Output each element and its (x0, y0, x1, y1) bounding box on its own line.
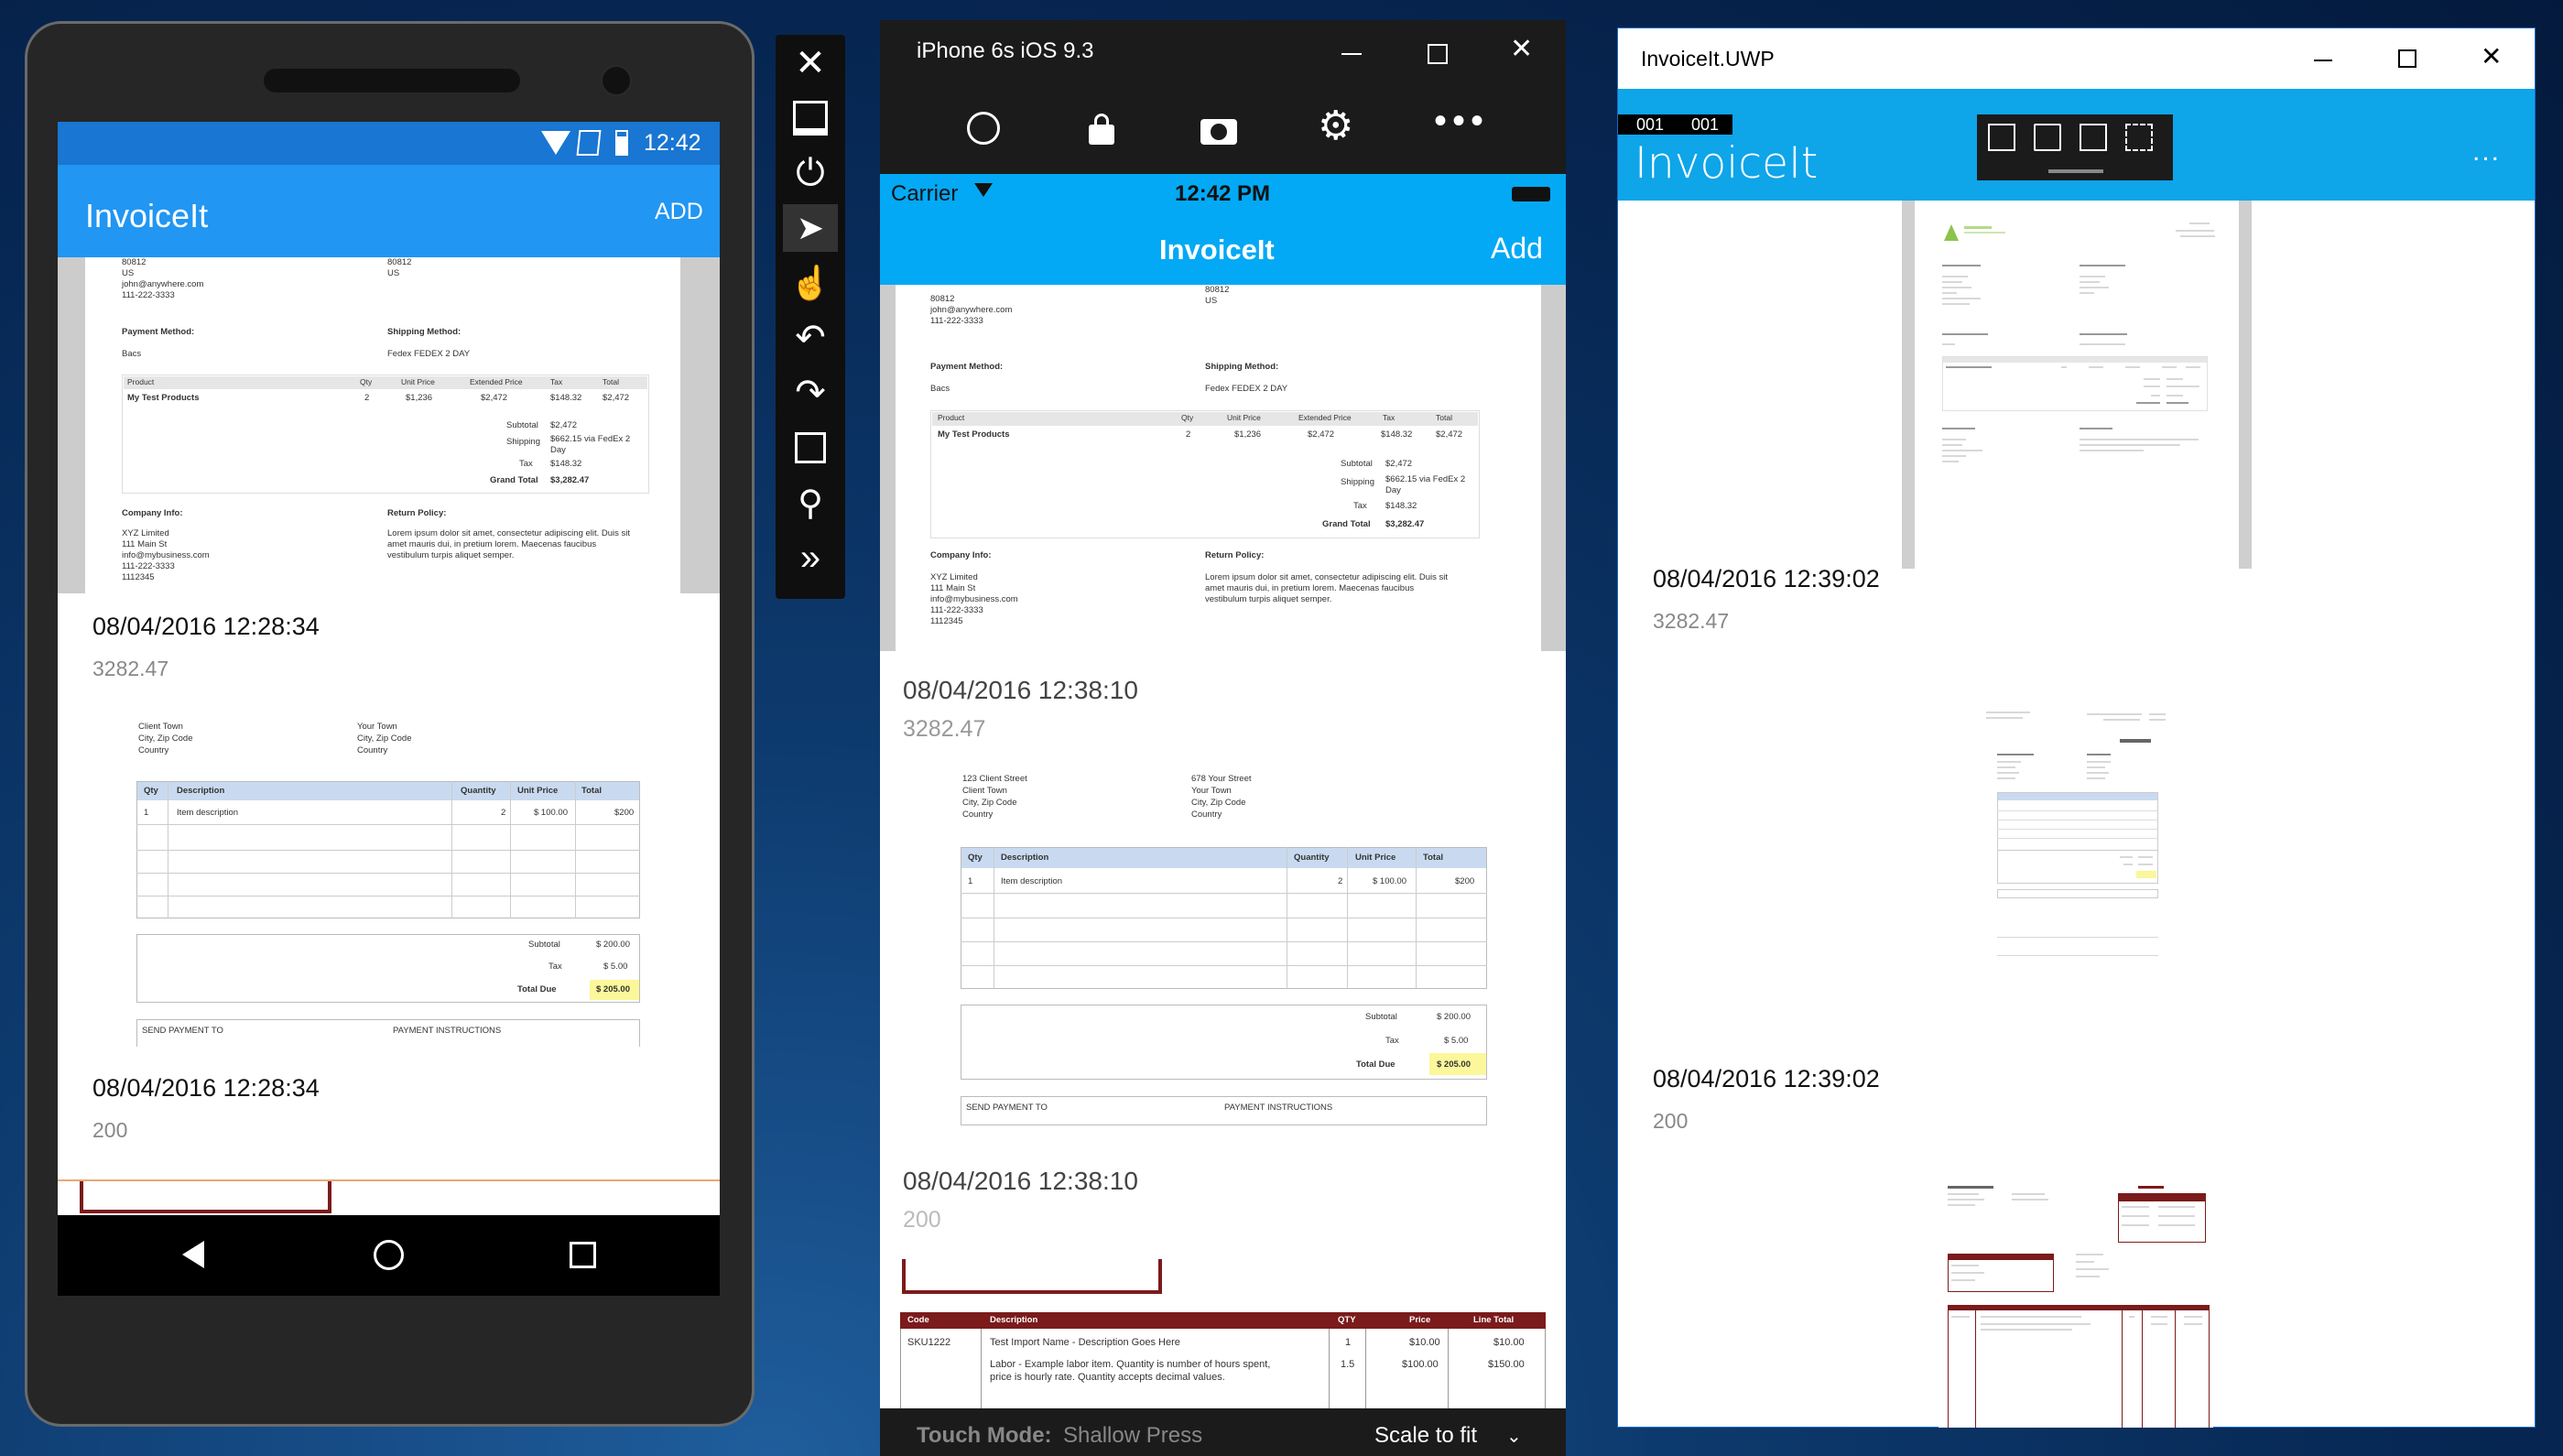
android-item-date[interactable]: 08/04/2016 12:28:34 (92, 1074, 320, 1103)
no-signal-icon (576, 130, 602, 156)
android-speaker (264, 69, 520, 92)
ios-title-bar: iPhone 6s iOS 9.3 ✕ (880, 20, 1566, 84)
maximize-icon[interactable] (1428, 44, 1448, 64)
uwp-invoice-preview-3[interactable] (1939, 1182, 2213, 1428)
ios-invoice-preview-2[interactable]: 123 Client Street Client Town City, Zip … (880, 774, 1566, 1158)
ios-app-title: InvoiceIt (1159, 234, 1275, 266)
ios-add-button[interactable]: Add (1491, 232, 1543, 266)
ios-screen: Carrier 12:42 PM InvoiceIt Add 80812 joh… (880, 174, 1566, 1408)
android-status-time: 12:42 (644, 130, 701, 156)
uwp-invoice-preview-2[interactable] (1966, 708, 2186, 1030)
maximize-icon[interactable] (2398, 49, 2416, 68)
android-invoice-preview-2[interactable]: Client Town City, Zip Code Country Your … (58, 712, 720, 1184)
ios-item-value: 3282.47 (903, 716, 986, 742)
uwp-app-bar: 001 001 InvoiceIt ... (1618, 89, 2535, 201)
android-app-title: InvoiceIt (85, 197, 209, 234)
more-tools-icon[interactable]: » (783, 534, 838, 581)
ios-item-date[interactable]: 08/04/2016 12:38:10 (903, 676, 1138, 705)
frame-counter-b: 001 (1691, 115, 1720, 134)
uwp-item-date[interactable]: 08/04/2016 12:39:02 (1653, 1065, 1880, 1093)
emulator-toolbar: ✕ ⏻ ➤ ☝ ↶ ↷ ⚲ » (776, 35, 845, 599)
debug-toolbar (1977, 114, 2173, 180)
zoom-icon[interactable]: ⚲ (783, 479, 838, 527)
close-icon[interactable]: ✕ (783, 39, 838, 87)
toolbar-grip[interactable] (2048, 169, 2103, 173)
android-nav-bar (58, 1215, 720, 1296)
ios-nav-bar: InvoiceIt Add (880, 213, 1566, 285)
uwp-item-date[interactable]: 08/04/2016 12:39:02 (1653, 565, 1880, 593)
power-icon[interactable]: ⏻ (783, 149, 838, 197)
fit-screen-icon[interactable] (783, 424, 838, 472)
close-icon[interactable]: ✕ (1510, 33, 1533, 65)
ios-status-bar: Carrier 12:42 PM (880, 174, 1566, 213)
android-invoice-preview-1[interactable]: 80812 US john@anywhere.com 111-222-3333 … (58, 257, 720, 593)
ios-toolbar: ⚙ ••• (880, 84, 1566, 180)
rotate-right-icon[interactable]: ↷ (783, 369, 838, 417)
android-status-bar: 12:42 (58, 122, 720, 165)
ios-invoice-preview-3[interactable]: Code Description QTY Price Line Total SK… (880, 1259, 1566, 1408)
wifi-icon (541, 131, 570, 155)
minimize-icon[interactable] (783, 94, 838, 142)
uwp-title-bar: InvoiceIt.UWP ✕ (1618, 28, 2535, 89)
uwp-window: InvoiceIt.UWP ✕ 001 001 InvoiceIt ... 08… (1617, 27, 2536, 1428)
frame-counter-a: 001 (1636, 115, 1665, 134)
ios-status-time: 12:42 PM (1175, 181, 1271, 206)
android-invoice-preview-3[interactable] (80, 1181, 331, 1213)
android-screen: 12:42 InvoiceIt ADD 80812 US john@anywhe… (58, 122, 720, 1296)
battery-icon (615, 130, 628, 156)
ios-item-value: 200 (903, 1207, 941, 1233)
more-icon[interactable]: ••• (1434, 101, 1489, 142)
touch-mode-value[interactable]: Shallow Press (1063, 1423, 1202, 1449)
android-item-value: 200 (92, 1118, 128, 1142)
touch-icon[interactable]: ☝ (783, 259, 838, 307)
ios-footer: Touch Mode: Shallow Press Scale to fit ⌄ (880, 1408, 1566, 1456)
rotate-left-icon[interactable]: ↶ (783, 314, 838, 362)
android-item-value: 3282.47 (92, 657, 169, 680)
settings-icon[interactable]: ⚙ (1318, 103, 1353, 149)
layout-adorner-icon[interactable] (2080, 124, 2107, 151)
select-element-icon[interactable] (2034, 124, 2061, 151)
live-tree-icon[interactable] (1988, 124, 2015, 151)
more-icon[interactable]: ... (2472, 136, 2501, 168)
grow-logo (1944, 224, 1959, 241)
android-app-bar: InvoiceIt ADD (58, 165, 720, 257)
frame-counter: 001 001 (1618, 114, 1732, 135)
touch-mode-label: Touch Mode: (917, 1423, 1052, 1448)
camera-lens (1211, 124, 1227, 140)
pointer-icon[interactable]: ➤ (783, 204, 838, 252)
ios-item-date[interactable]: 08/04/2016 12:38:10 (903, 1167, 1138, 1196)
android-add-button[interactable]: ADD (655, 199, 703, 225)
back-icon[interactable] (182, 1241, 204, 1268)
ios-window-title: iPhone 6s iOS 9.3 (917, 38, 1094, 63)
chevron-down-icon[interactable]: ⌄ (1506, 1425, 1522, 1448)
minimize-icon[interactable] (1341, 53, 1362, 55)
lock-shackle (1094, 114, 1109, 128)
home-icon[interactable] (967, 112, 1000, 145)
scale-dropdown[interactable]: Scale to fit (1374, 1423, 1477, 1449)
android-camera-icon (601, 65, 632, 96)
ios-simulator-window: iPhone 6s iOS 9.3 ✕ ⚙ ••• Carrier 12:42 … (880, 20, 1566, 1456)
battery-icon (1512, 187, 1550, 201)
uwp-app-title: InvoiceIt (1634, 138, 1819, 189)
uwp-window-title: InvoiceIt.UWP (1641, 47, 1775, 71)
home-icon[interactable] (374, 1240, 404, 1270)
track-focus-icon[interactable] (2125, 124, 2153, 151)
android-item-date[interactable]: 08/04/2016 12:28:34 (92, 613, 320, 641)
uwp-item-value: 200 (1653, 1109, 1689, 1133)
ios-invoice-preview-1[interactable]: 80812 john@anywhere.com 111-222-3333 808… (880, 285, 1566, 651)
uwp-item-value: 3282.47 (1653, 609, 1730, 633)
minimize-icon[interactable] (2314, 60, 2332, 61)
recents-icon[interactable] (570, 1242, 596, 1268)
ios-carrier: Carrier (891, 181, 959, 206)
uwp-invoice-preview-1[interactable] (1902, 201, 2252, 569)
wifi-icon (974, 183, 993, 197)
close-icon[interactable]: ✕ (2481, 41, 2502, 71)
